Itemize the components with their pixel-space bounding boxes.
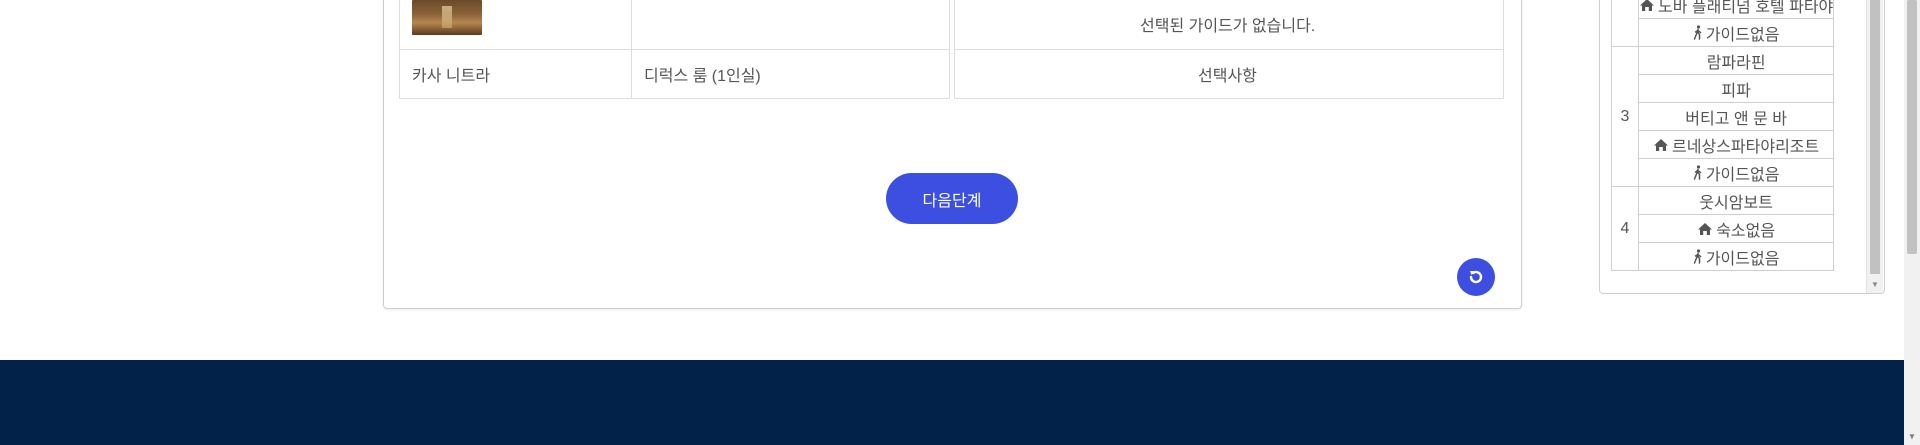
itinerary-item-label: 가이드없음 bbox=[1705, 166, 1780, 184]
itinerary-item[interactable]: 르네상스파타야리조트 bbox=[1637, 130, 1835, 159]
list-item: 버티고 앤 문 바 bbox=[1612, 102, 1835, 131]
itinerary-item-label: 가이드없음 bbox=[1705, 250, 1780, 268]
itinerary-item-label: 르네상스파타야리조트 bbox=[1672, 138, 1820, 156]
home-icon bbox=[1654, 138, 1669, 151]
itinerary-item-label: 가이드없음 bbox=[1705, 26, 1780, 44]
itinerary-table: 노바 플래티넘 호텔 파타야 가이드없음 3 람파라핀 피파 버티고 앤 문 바… bbox=[1611, 0, 1835, 271]
itinerary-item[interactable]: 가이드없음 bbox=[1637, 242, 1835, 271]
itinerary-item-label: 버티고 앤 문 바 bbox=[1685, 110, 1787, 128]
list-item: 가이드없음 bbox=[1612, 242, 1835, 271]
home-icon bbox=[1698, 222, 1713, 235]
day-number: 3 bbox=[1611, 46, 1639, 187]
itinerary-item[interactable]: 가이드없음 bbox=[1637, 158, 1835, 187]
scroll-down-arrow-icon[interactable]: ▼ bbox=[1908, 433, 1916, 441]
list-item: 피파 bbox=[1612, 74, 1835, 103]
list-item: 노바 플래티넘 호텔 파타야 bbox=[1611, 0, 1835, 47]
itinerary-item[interactable]: 숙소없음 bbox=[1637, 214, 1835, 243]
options-label[interactable]: 선택사항 bbox=[1198, 62, 1257, 86]
day-cell bbox=[1611, 0, 1639, 47]
list-item: 3 람파라핀 bbox=[1611, 46, 1835, 187]
scroll-down-arrow-icon[interactable]: ▼ bbox=[1871, 281, 1879, 289]
itinerary-item-label: 웃시암보트 bbox=[1699, 194, 1773, 212]
itinerary-item[interactable]: 람파라핀 bbox=[1637, 46, 1835, 75]
page-scrollbar[interactable]: ▼ bbox=[1904, 0, 1920, 445]
itinerary-item-label: 숙소없음 bbox=[1716, 222, 1776, 240]
table-row bbox=[399, 0, 1504, 50]
itinerary-item[interactable]: 노바 플래티넘 호텔 파타야 bbox=[1637, 0, 1835, 19]
next-step-button[interactable]: 다음단계 bbox=[886, 173, 1018, 224]
itinerary-item-label: 노바 플래티넘 호텔 파타야 bbox=[1658, 0, 1834, 16]
list-item: 르네상스파타야리조트 bbox=[1612, 130, 1835, 159]
room-type: 디럭스 룸 (1인실) bbox=[644, 68, 761, 85]
list-item: 4 웃시암보트 bbox=[1611, 186, 1835, 271]
hotel-thumbnail-image[interactable] bbox=[412, 0, 482, 35]
itinerary-item[interactable]: 버티고 앤 문 바 bbox=[1637, 102, 1835, 131]
refresh-icon bbox=[1469, 270, 1483, 284]
itinerary-item[interactable]: 웃시암보트 bbox=[1637, 186, 1835, 215]
table-row bbox=[399, 49, 1504, 99]
reset-button[interactable] bbox=[1457, 258, 1495, 296]
guide-empty-text: 선택된 가이드가 없습니다. bbox=[1140, 18, 1316, 35]
hotel-name: 카사 니트라 bbox=[412, 68, 491, 85]
walking-person-icon bbox=[1693, 25, 1702, 40]
list-item: 가이드없음 bbox=[1612, 18, 1835, 47]
itinerary-item-label: 피파 bbox=[1721, 82, 1751, 100]
itinerary-item[interactable]: 피파 bbox=[1637, 74, 1835, 103]
page-footer bbox=[0, 360, 1904, 445]
walking-person-icon bbox=[1693, 249, 1702, 264]
day-number: 4 bbox=[1611, 186, 1639, 271]
list-item: 숙소없음 bbox=[1612, 214, 1835, 243]
page-scrollbar-thumb[interactable] bbox=[1907, 0, 1917, 254]
list-item: 가이드없음 bbox=[1612, 158, 1835, 187]
empty-cell bbox=[631, 0, 950, 50]
walking-person-icon bbox=[1693, 165, 1702, 180]
booking-summary-table bbox=[399, 0, 1504, 99]
itinerary-item-label: 람파라핀 bbox=[1706, 54, 1766, 72]
home-icon bbox=[1640, 0, 1654, 11]
itinerary-scrollbar-thumb[interactable] bbox=[1870, 0, 1880, 274]
itinerary-item[interactable]: 가이드없음 bbox=[1637, 18, 1835, 47]
itinerary-scrollbar[interactable]: ▼ bbox=[1866, 0, 1883, 293]
